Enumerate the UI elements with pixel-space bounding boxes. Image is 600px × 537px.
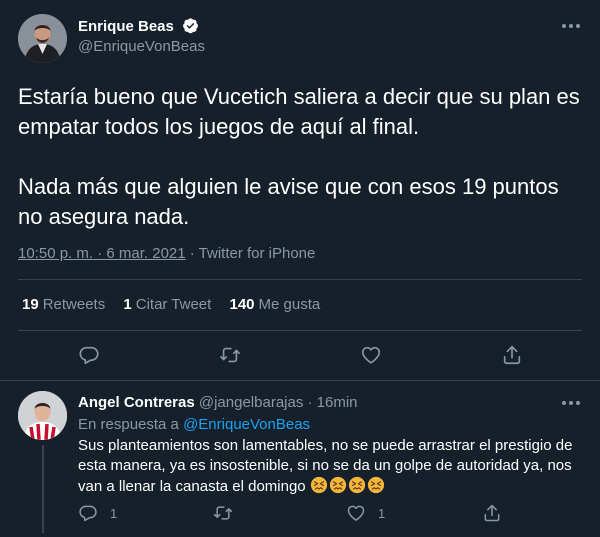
reply-reply-count: 1: [110, 505, 118, 521]
divider: [18, 279, 582, 280]
reply-share-button[interactable]: [482, 503, 502, 523]
like-icon: [347, 505, 365, 521]
emoji-row: [310, 476, 386, 495]
share-button[interactable]: [501, 344, 523, 366]
reply-reply-button[interactable]: 1: [78, 503, 117, 523]
confounded-face-emoji: [329, 476, 346, 494]
reply-tweet[interactable]: Angel Contreras @jangelbarajas · 16min E…: [0, 381, 600, 537]
verified-badge-icon: [183, 18, 198, 34]
retweets-stat[interactable]: 19 Retweets: [22, 296, 105, 313]
reply-icon: [79, 505, 97, 522]
more-icon[interactable]: [560, 393, 582, 413]
retweet-icon: [213, 506, 233, 520]
reply-author-name[interactable]: Angel Contreras: [78, 394, 195, 411]
tweet-stats: 19 Retweets 1 Citar Tweet 140 Me gusta: [22, 296, 334, 313]
replying-prefix: En respuesta a: [78, 416, 184, 433]
reply-like-button[interactable]: 1: [346, 503, 385, 523]
main-tweet: Enrique Beas @EnriqueVonBeas Estaría bue…: [0, 0, 600, 380]
quotes-count: 1: [123, 296, 132, 313]
reply-header: Angel Contreras @jangelbarajas · 16min: [78, 394, 358, 411]
like-button[interactable]: [360, 344, 382, 366]
tweet-meta: 10:50 p. m. · 6 mar. 2021 · Twitter for …: [18, 245, 315, 262]
author-name[interactable]: Enrique Beas: [78, 17, 199, 35]
tweet-actions: [0, 344, 600, 368]
likes-stat[interactable]: 140 Me gusta: [230, 296, 321, 313]
tweet-paragraph: Nada más que alguien le avise que con es…: [18, 174, 559, 229]
author-avatar[interactable]: [18, 14, 67, 63]
like-icon: [361, 346, 381, 364]
tweet-source[interactable]: · Twitter for iPhone: [186, 245, 316, 262]
share-icon: [503, 345, 521, 365]
confounded-face-emoji: [348, 476, 365, 494]
reply-avatar[interactable]: [18, 391, 67, 440]
reply-button[interactable]: [78, 344, 100, 366]
reply-text: Sus planteamientos son lamentables, no s…: [78, 436, 588, 497]
reply-actions: 1 1: [0, 503, 600, 525]
tweet-paragraph: Estaría bueno que Vucetich saliera a dec…: [18, 84, 580, 139]
retweets-label: Retweets: [42, 296, 106, 313]
confounded-face-emoji: [310, 476, 327, 494]
retweet-icon: [220, 347, 240, 363]
likes-count: 140: [229, 296, 255, 313]
divider: [18, 330, 582, 331]
reply-time[interactable]: · 16min: [303, 394, 358, 411]
retweets-count: 19: [22, 296, 39, 313]
tweet-text: Estaría bueno que Vucetich saliera a dec…: [18, 82, 583, 232]
author-handle[interactable]: @EnriqueVonBeas: [78, 38, 205, 55]
retweet-button[interactable]: [219, 344, 241, 366]
reply-icon: [79, 346, 99, 365]
reply-author-handle[interactable]: @jangelbarajas: [199, 394, 303, 411]
share-icon: [484, 504, 500, 522]
replying-to: En respuesta a @EnriqueVonBeas: [78, 416, 310, 433]
author-name-text: Enrique Beas: [78, 18, 174, 35]
quotes-stat[interactable]: 1 Citar Tweet: [123, 296, 211, 313]
reply-like-count: 1: [378, 505, 386, 521]
quotes-label: Citar Tweet: [135, 296, 212, 313]
confounded-face-emoji: [367, 476, 384, 494]
more-icon[interactable]: [560, 16, 582, 36]
likes-label: Me gusta: [258, 296, 321, 313]
replying-mention[interactable]: @EnriqueVonBeas: [183, 416, 310, 433]
tweet-timestamp[interactable]: 10:50 p. m. · 6 mar. 2021: [18, 245, 186, 262]
reply-retweet-button[interactable]: [213, 503, 233, 523]
